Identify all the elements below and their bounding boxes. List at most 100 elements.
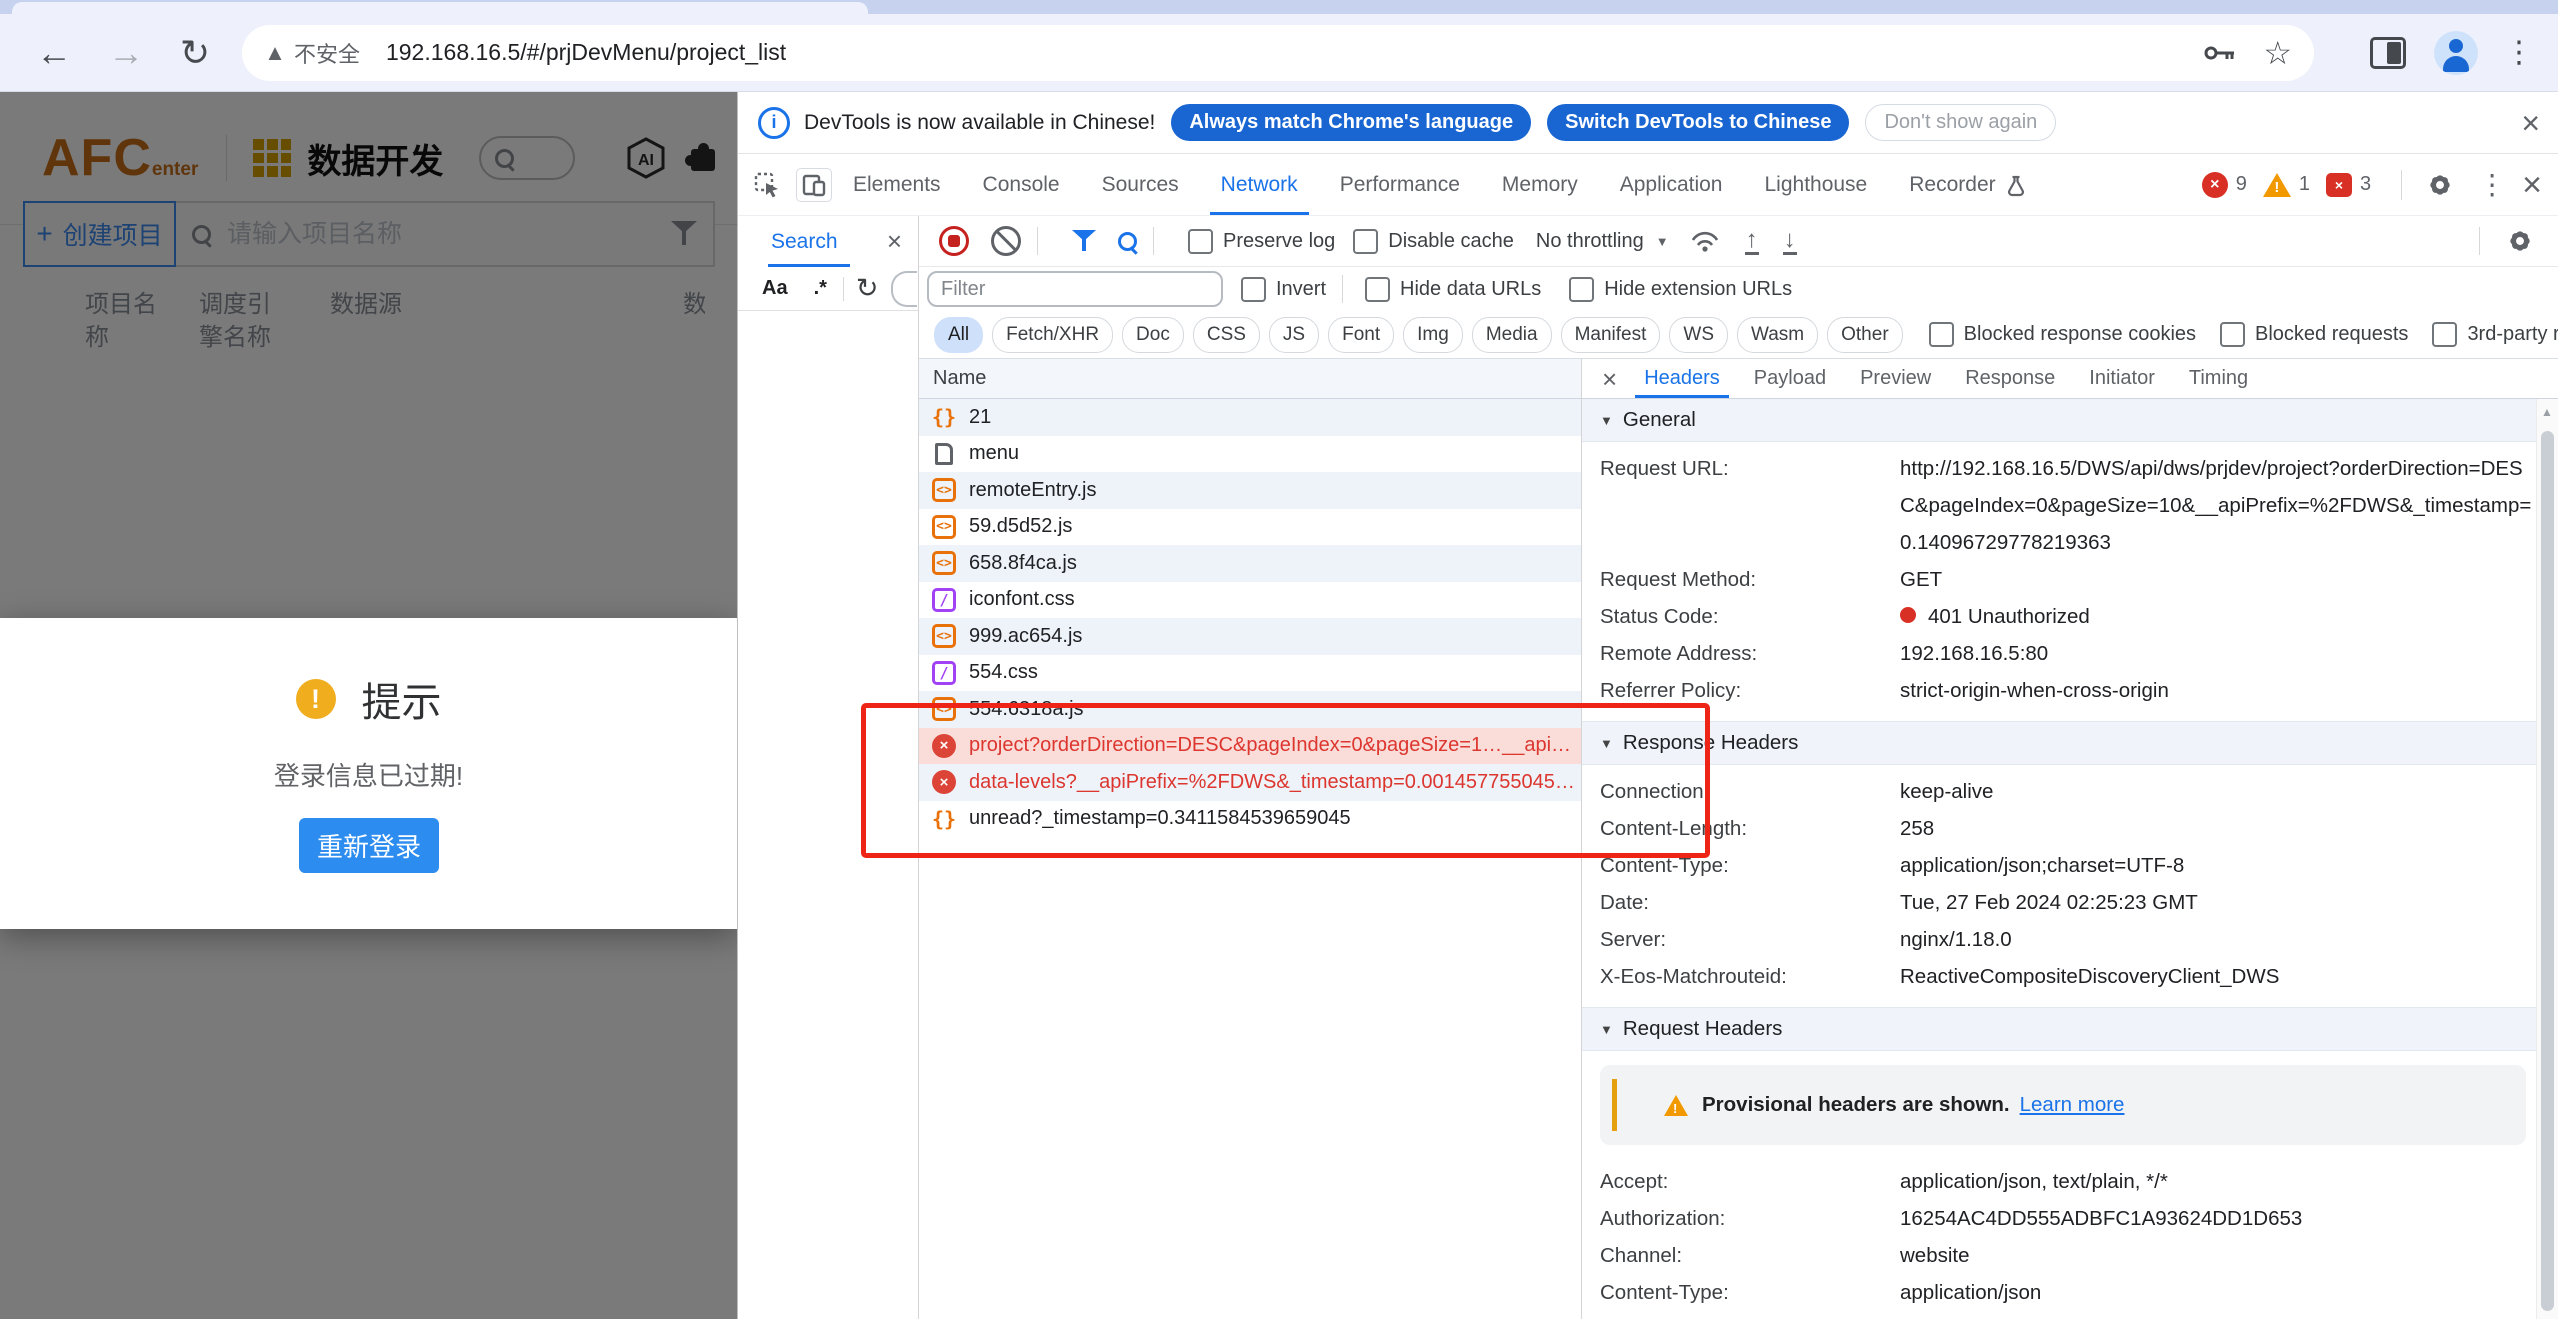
not-secure-icon[interactable]: ▲︎ — [264, 40, 286, 66]
request-list-header[interactable]: Name — [919, 359, 1581, 399]
forward-icon[interactable]: → — [108, 35, 144, 71]
tab-timing[interactable]: Timing — [2172, 359, 2265, 398]
back-icon[interactable]: ← — [36, 35, 72, 71]
devtools-close-icon[interactable]: × — [2522, 168, 2542, 202]
switch-chinese-button[interactable]: Switch DevTools to Chinese — [1547, 104, 1849, 141]
search-close-icon[interactable]: × — [887, 226, 902, 257]
scrollbar-up-icon[interactable]: ▲ — [2541, 405, 2553, 419]
dont-show-again-button[interactable]: Don't show again — [1865, 104, 2056, 141]
table-row[interactable]: <>59.d5d52.js — [919, 509, 1581, 546]
section-response-headers[interactable]: ▼Response Headers — [1582, 721, 2536, 765]
network-settings-icon[interactable] — [2506, 227, 2534, 255]
devtools-menu-icon[interactable]: ⋮ — [2478, 168, 2506, 201]
url-text[interactable]: 192.168.16.5/#/prjDevMenu/project_list — [386, 39, 2177, 66]
warnings-count[interactable]: 1 — [2299, 173, 2310, 196]
table-row[interactable]: <>658.8f4ca.js — [919, 545, 1581, 582]
import-har-icon[interactable]: ↑ — [1745, 227, 1759, 255]
filter-pill-css[interactable]: CSS — [1193, 317, 1260, 353]
filter-pill-fetchxhr[interactable]: Fetch/XHR — [992, 317, 1113, 353]
tab-recorder[interactable]: Recorder — [1888, 154, 2048, 215]
inspect-element-icon[interactable] — [754, 172, 780, 198]
table-row[interactable]: {}21 — [919, 399, 1581, 436]
filter-pill-img[interactable]: Img — [1403, 317, 1463, 353]
tab-elements[interactable]: Elements — [832, 154, 962, 215]
tab-console[interactable]: Console — [962, 154, 1081, 215]
device-toolbar-icon[interactable] — [796, 168, 832, 202]
hide-data-urls-checkbox[interactable]: Hide data URLs — [1365, 277, 1541, 302]
regex-button[interactable]: .* — [814, 277, 827, 300]
filter-pill-font[interactable]: Font — [1328, 317, 1394, 353]
security-label[interactable]: 不安全 — [294, 37, 360, 69]
table-row-selected-error[interactable]: ×project?orderDirection=DESC&pageIndex=0… — [919, 728, 1581, 765]
match-language-button[interactable]: Always match Chrome's language — [1171, 104, 1531, 141]
table-row[interactable]: /iconfont.css — [919, 582, 1581, 619]
table-row-error[interactable]: ×data-levels?__apiPrefix=%2FDWS&_timesta… — [919, 764, 1581, 801]
bookmark-star-icon[interactable]: ☆ — [2263, 37, 2292, 69]
filter-pill-doc[interactable]: Doc — [1122, 317, 1184, 353]
blocked-requests-checkbox[interactable]: Blocked requests — [2220, 322, 2408, 347]
refresh-search-icon[interactable]: ↻ — [856, 275, 879, 302]
preserve-log-checkbox[interactable]: Preserve log — [1188, 229, 1335, 254]
tab-lighthouse[interactable]: Lighthouse — [1743, 154, 1888, 215]
warnings-badge-icon[interactable]: ! — [2263, 173, 2291, 197]
table-row[interactable]: {}unread?_timestamp=0.3411584539659045 — [919, 801, 1581, 838]
filter-pill-manifest[interactable]: Manifest — [1561, 317, 1661, 353]
side-panel-icon[interactable] — [2370, 37, 2406, 69]
password-key-icon[interactable] — [2203, 40, 2237, 66]
reload-icon[interactable]: ↻ — [180, 35, 210, 71]
table-row[interactable]: <>remoteEntry.js — [919, 472, 1581, 509]
match-case-button[interactable]: Aa — [762, 277, 788, 300]
hide-extension-urls-checkbox[interactable]: Hide extension URLs — [1569, 277, 1792, 302]
blocked-response-cookies-checkbox[interactable]: Blocked response cookies — [1929, 322, 2196, 347]
issues-count[interactable]: 3 — [2360, 173, 2371, 196]
active-tab[interactable] — [12, 2, 868, 14]
invert-checkbox[interactable]: Invert — [1241, 277, 1326, 302]
disable-cache-checkbox[interactable]: Disable cache — [1353, 229, 1514, 254]
errors-badge-icon[interactable]: × — [2202, 172, 2228, 198]
network-conditions-icon[interactable] — [1689, 228, 1721, 254]
errors-count[interactable]: 9 — [2236, 173, 2247, 196]
tab-network[interactable]: Network — [1200, 154, 1319, 215]
tab-preview[interactable]: Preview — [1843, 359, 1948, 398]
tab-memory[interactable]: Memory — [1481, 154, 1599, 215]
third-party-requests-checkbox[interactable]: 3rd-party requests — [2432, 322, 2558, 347]
filter-pill-media[interactable]: Media — [1472, 317, 1552, 353]
tab-headers[interactable]: Headers — [1627, 359, 1737, 398]
table-row[interactable]: <>999.ac654.js — [919, 618, 1581, 655]
filter-input[interactable] — [927, 271, 1223, 307]
tab-initiator[interactable]: Initiator — [2072, 359, 2172, 398]
filter-pill-wasm[interactable]: Wasm — [1737, 317, 1818, 353]
infobar-close-icon[interactable]: × — [2521, 107, 2540, 139]
filter-pill-ws[interactable]: WS — [1669, 317, 1728, 353]
tab-performance[interactable]: Performance — [1319, 154, 1481, 215]
devtools-settings-icon[interactable] — [2426, 171, 2454, 199]
table-row[interactable]: <>554.6318a.js — [919, 691, 1581, 728]
profile-avatar[interactable] — [2434, 31, 2478, 75]
tab-sources[interactable]: Sources — [1081, 154, 1200, 215]
export-har-icon[interactable]: ↓ — [1783, 227, 1797, 255]
address-bar[interactable]: ▲︎ 不安全 192.168.16.5/#/prjDevMenu/project… — [242, 25, 2314, 81]
tab-response[interactable]: Response — [1948, 359, 2072, 398]
throttling-dropdown[interactable]: No throttling▼ — [1536, 230, 1669, 253]
scrollbar-thumb[interactable] — [2541, 431, 2554, 1311]
filter-pill-js[interactable]: JS — [1269, 317, 1319, 353]
record-stop-icon[interactable] — [939, 226, 969, 256]
search-panel-title[interactable]: Search — [771, 230, 838, 254]
search-input-clipped[interactable] — [891, 271, 917, 307]
details-close-icon[interactable]: × — [1602, 366, 1617, 392]
network-search-icon[interactable] — [1118, 232, 1137, 251]
table-row[interactable]: menu — [919, 436, 1581, 473]
issues-badge-icon[interactable]: × — [2326, 173, 2352, 197]
section-general[interactable]: ▼General — [1582, 399, 2536, 442]
filter-toggle-icon[interactable] — [1072, 228, 1096, 254]
browser-menu-icon[interactable]: ⋮ — [2504, 38, 2534, 68]
filter-pill-other[interactable]: Other — [1827, 317, 1903, 353]
tab-payload[interactable]: Payload — [1737, 359, 1843, 398]
learn-more-link[interactable]: Learn more — [2020, 1093, 2125, 1117]
filter-pill-all[interactable]: All — [934, 317, 983, 353]
clear-log-icon[interactable] — [991, 226, 1021, 256]
relogin-button[interactable]: 重新登录 — [299, 818, 439, 873]
section-request-headers[interactable]: ▼Request Headers — [1582, 1007, 2536, 1051]
scrollbar[interactable]: ▲ — [2536, 399, 2558, 1319]
tab-application[interactable]: Application — [1599, 154, 1744, 215]
